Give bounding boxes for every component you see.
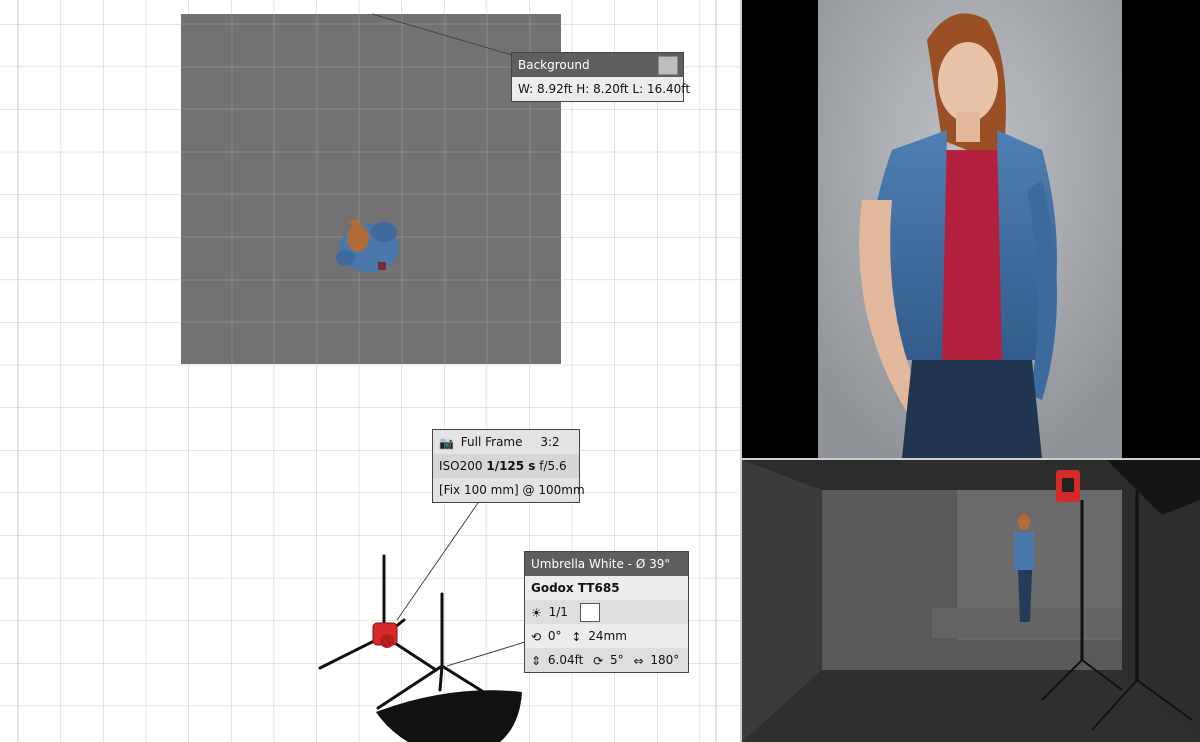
photo-preview (742, 0, 1200, 458)
camera-iso: ISO200 (439, 459, 483, 473)
height-icon: ⇕ (531, 653, 542, 668)
light-power: 1/1 (548, 605, 568, 619)
light-rotation: 5° (610, 653, 624, 667)
background-dimensions: W: 8.92ft H: 8.20ft L: 16.40ft (512, 77, 690, 101)
height-offset-icon: ↕ (571, 629, 582, 644)
camera-shutter: 1/125 s (486, 459, 536, 473)
sun-icon: ☀ (531, 605, 542, 620)
camera-icon: 📷 (439, 435, 454, 450)
camera-sensor: Full Frame (460, 435, 523, 449)
light-tooltip: Umbrella White - Ø 39" Godox TT685 ☀ 1/1… (524, 551, 689, 673)
light-tilt: 0° (547, 629, 562, 643)
camera-ratio: 3:2 (540, 435, 560, 449)
tilt-icon: ⟲ (531, 629, 542, 644)
camera-lens: [Fix 100 mm] @ 100mm (433, 478, 585, 502)
light-spread: 180° (650, 653, 680, 667)
spread-icon: ⇔ (633, 653, 644, 668)
light-height-offset: 24mm (588, 629, 627, 643)
light-height: 6.04ft (547, 653, 584, 667)
background-label: Background (518, 58, 590, 72)
light-color-swatch[interactable] (579, 603, 600, 622)
camera-aperture: f/5.6 (539, 459, 567, 473)
umbrella-shape (376, 690, 522, 742)
camera-tooltip: 📷 Full Frame 3:2 ISO200 1/125 s f/5.6 [F… (432, 429, 585, 503)
light-modifier: Umbrella White - Ø 39" (525, 552, 688, 576)
light-flash-model: Godox TT685 (525, 576, 688, 600)
background-tooltip: Background W: 8.92ft H: 8.20ft L: 16.40f… (511, 52, 690, 102)
rotation-icon: ⟳ (593, 653, 604, 668)
studio-3d-view[interactable] (742, 460, 1200, 742)
background-color-swatch[interactable] (658, 56, 678, 75)
